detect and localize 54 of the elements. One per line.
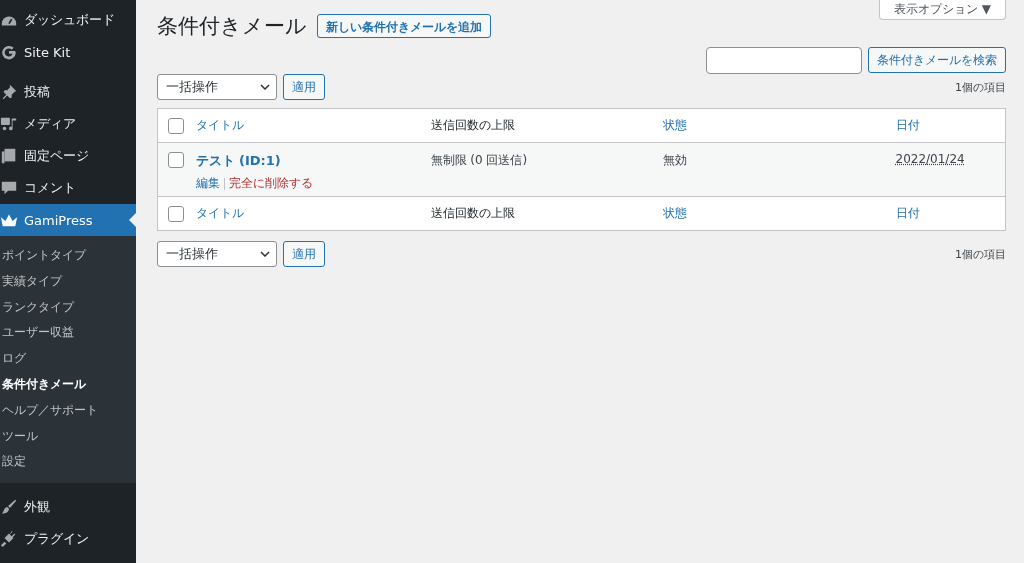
- current-pointer-icon: [129, 213, 136, 227]
- checkbox[interactable]: [168, 205, 184, 222]
- submenu-item[interactable]: 設定: [0, 449, 136, 476]
- sidebar-item[interactable]: コメント: [0, 172, 136, 204]
- sidebar-item[interactable]: メディア: [0, 108, 136, 140]
- item-count: 1個の項目: [955, 79, 1006, 95]
- table-cell: 無制限 (0 回送信): [430, 153, 528, 167]
- chevron-down-icon: [260, 84, 270, 90]
- column-header[interactable]: 状態: [662, 118, 687, 132]
- table-cell: 無効: [662, 153, 687, 167]
- submenu-item[interactable]: 実績タイプ: [0, 268, 136, 295]
- apply-button[interactable]: 適用: [283, 74, 325, 100]
- search-field[interactable]: [706, 47, 862, 74]
- row-action-link[interactable]: 完全に削除する: [228, 175, 313, 192]
- checkbox[interactable]: [168, 152, 184, 168]
- submenu-item[interactable]: ヘルプ／サポート: [0, 397, 136, 424]
- sidebar-item[interactable]: 固定ページ: [0, 140, 136, 172]
- item-count: 1個の項目: [955, 246, 1006, 262]
- chevron-down-icon: [260, 251, 270, 257]
- bulk-action-select[interactable]: 一括操作: [157, 241, 277, 267]
- row-title-link[interactable]: テスト (ID:1): [195, 153, 281, 168]
- submenu-item[interactable]: 条件付きメール: [0, 372, 136, 398]
- pages-icon: [0, 147, 18, 165]
- screen-options-button[interactable]: 表示オプション ▼: [878, 0, 1006, 20]
- sidebar-item[interactable]: GamiPress: [0, 204, 136, 236]
- bulk-action-select[interactable]: 一括操作: [157, 74, 277, 100]
- add-new-button[interactable]: 新しい条件付きメールを追加: [317, 14, 491, 38]
- sidebar-item[interactable]: 投稿: [0, 76, 136, 108]
- submenu-item[interactable]: ツール: [0, 423, 136, 450]
- submenu-item[interactable]: ユーザー収益: [0, 320, 136, 347]
- column-header[interactable]: 状態: [662, 206, 687, 220]
- table-cell: 2022/01/24: [895, 152, 965, 166]
- sidebar-item[interactable]: 外観: [0, 491, 136, 524]
- pin-icon: [0, 83, 18, 101]
- sidebar-item[interactable]: プラグイン: [0, 523, 136, 556]
- checkbox[interactable]: [168, 117, 184, 134]
- page-title: 条件付きメール: [157, 13, 307, 40]
- search-button[interactable]: 条件付きメールを検索: [868, 47, 1006, 73]
- submenu-item[interactable]: ランクタイプ: [0, 294, 136, 321]
- apply-button[interactable]: 適用: [283, 241, 325, 267]
- media-icon: [0, 115, 18, 133]
- submenu-item[interactable]: ポイントタイプ: [0, 243, 136, 269]
- submenu-item[interactable]: ログ: [0, 346, 136, 372]
- column-header: 送信回数の上限: [430, 118, 515, 132]
- sidebar-item[interactable]: ダッシュボード: [0, 4, 136, 36]
- column-header: 送信回数の上限: [430, 206, 515, 220]
- sidebar-item[interactable]: Site Kit: [0, 36, 136, 68]
- g-letter-icon: [0, 43, 18, 61]
- plug-icon: [0, 530, 18, 549]
- column-header[interactable]: 日付: [895, 118, 920, 132]
- column-header[interactable]: タイトル: [195, 206, 244, 220]
- column-header[interactable]: タイトル: [195, 118, 244, 132]
- row-action-link[interactable]: 編集: [195, 175, 220, 192]
- column-header[interactable]: 日付: [895, 206, 920, 220]
